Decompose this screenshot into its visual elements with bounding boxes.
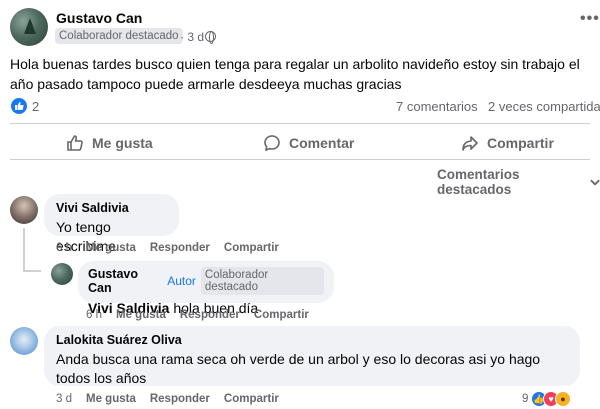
- divider: [10, 123, 590, 124]
- share-button-label: Compartir: [487, 135, 554, 151]
- comment-button[interactable]: Comentar: [263, 133, 354, 153]
- commenter-name[interactable]: Lalokita Suárez Oliva: [56, 333, 568, 347]
- like-reaction-icon[interactable]: [11, 98, 27, 114]
- reactions-count[interactable]: 2: [32, 99, 39, 114]
- comment-time[interactable]: 6 h: [56, 242, 72, 254]
- divider: [10, 159, 590, 160]
- comment-reactions[interactable]: 👍 ♥ ●: [531, 391, 571, 407]
- post-author-avatar[interactable]: [10, 8, 48, 46]
- comment-share-button[interactable]: Compartir: [224, 393, 279, 405]
- comment-button-label: Comentar: [289, 135, 355, 151]
- more-options-icon[interactable]: •••: [580, 10, 600, 28]
- thread-line: [23, 228, 25, 272]
- globe-icon: [205, 31, 216, 44]
- like-button-label: Me gusta: [92, 135, 153, 151]
- author-tag: Autor: [167, 274, 196, 288]
- commenter-avatar[interactable]: [10, 327, 38, 355]
- shares-count[interactable]: 2 veces compartida: [488, 99, 600, 114]
- commenter-name[interactable]: Vivi Saldivia: [56, 201, 167, 215]
- post-text: Hola buenas tardes busco quien tenga par…: [10, 56, 580, 92]
- comment-bubble: Lalokita Suárez Oliva Anda busca una ram…: [44, 326, 580, 386]
- comment-bubble: Vivi Saldivia Yo tengo escribime: [44, 194, 179, 254]
- comment-reply-button[interactable]: Responder: [150, 242, 210, 254]
- comment-icon: [264, 135, 280, 152]
- thumbs-up-icon: [67, 135, 83, 151]
- comment-reaction-count[interactable]: 9: [522, 393, 528, 405]
- reply-author-avatar[interactable]: [51, 263, 73, 285]
- comment-actions: 6 h Me gusta Responder Compartir: [56, 242, 279, 254]
- like-button[interactable]: Me gusta: [66, 133, 153, 153]
- comment-like-button[interactable]: Me gusta: [86, 242, 136, 254]
- reply-reply-button[interactable]: Responder: [180, 309, 240, 321]
- comment-share-button[interactable]: Compartir: [224, 242, 279, 254]
- comment-actions: 3 d Me gusta Responder Compartir: [56, 393, 279, 405]
- commenter-avatar[interactable]: [10, 196, 38, 224]
- share-button[interactable]: Compartir: [461, 133, 554, 153]
- thread-line: [23, 270, 41, 272]
- share-icon: [462, 136, 478, 151]
- comment-text: Anda busca una rama seca oh verde de un …: [56, 351, 541, 386]
- reply-author-name[interactable]: Gustavo Can: [88, 267, 162, 295]
- comment-sort-label: Comentarios destacados: [437, 167, 520, 197]
- tree-icon: [24, 18, 36, 34]
- comment-time[interactable]: 3 d: [56, 393, 72, 405]
- top-contributor-badge[interactable]: Colaborador destacado: [200, 267, 324, 295]
- top-contributor-badge[interactable]: Colaborador destacado: [55, 28, 183, 44]
- reply-actions: 6 h Me gusta Responder Compartir: [86, 309, 309, 321]
- reply-bubble: Gustavo Can Autor Colaborador destacado …: [78, 261, 334, 316]
- comment-sort-dropdown[interactable]: Comentarios destacados: [437, 167, 600, 197]
- comment-reply-button[interactable]: Responder: [150, 393, 210, 405]
- comments-count[interactable]: 7 comentarios: [396, 99, 478, 114]
- wow-reaction-icon: ●: [555, 391, 571, 407]
- chevron-down-icon: [590, 179, 600, 186]
- post-author-name[interactable]: Gustavo Can: [56, 10, 142, 26]
- comment-like-button[interactable]: Me gusta: [86, 393, 136, 405]
- reply-share-button[interactable]: Compartir: [254, 309, 309, 321]
- reply-like-button[interactable]: Me gusta: [116, 309, 166, 321]
- reply-time[interactable]: 6 h: [86, 309, 102, 321]
